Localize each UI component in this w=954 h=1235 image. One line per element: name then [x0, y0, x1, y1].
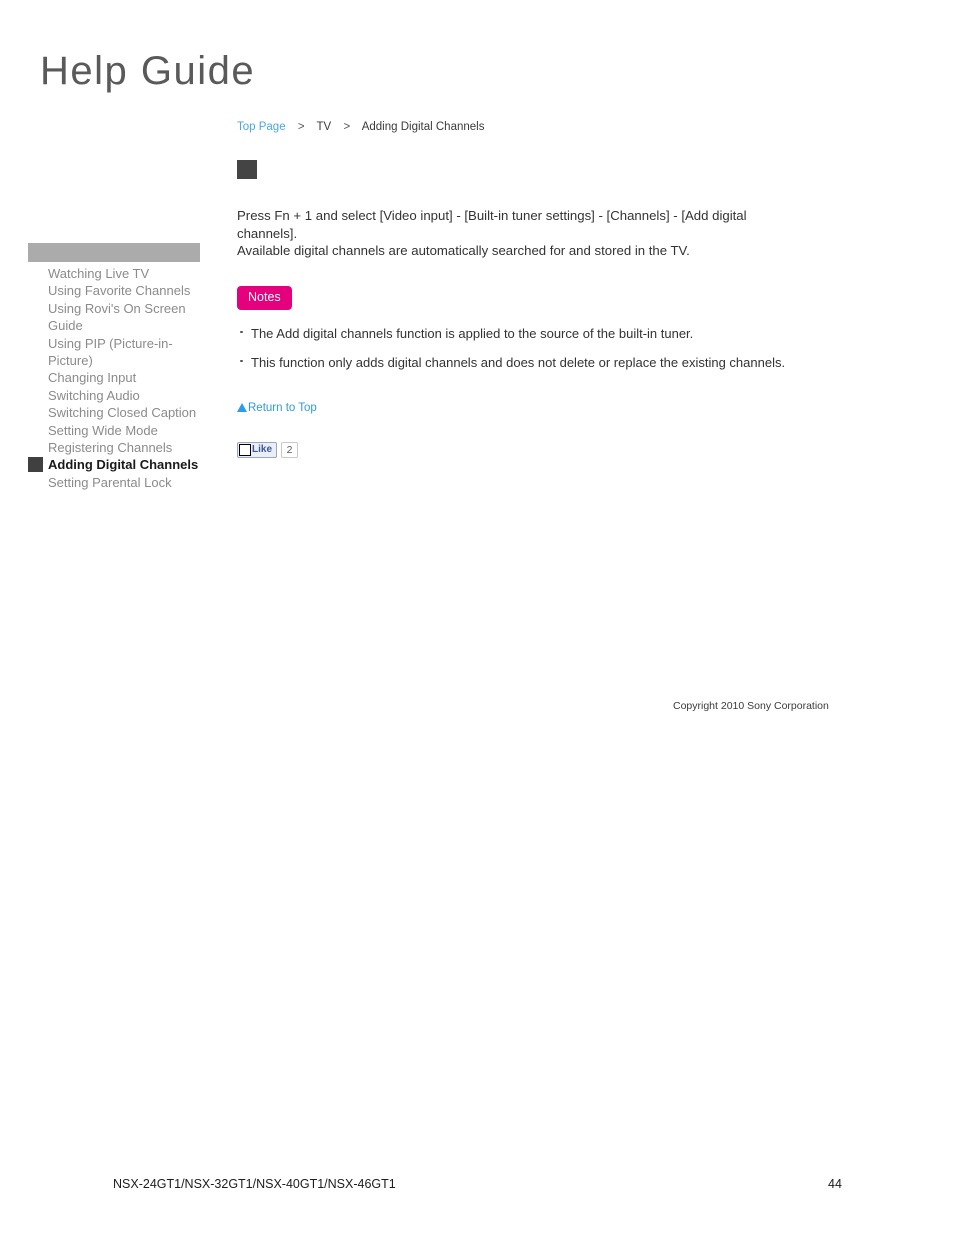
return-to-top-label: Return to Top — [248, 401, 317, 414]
footer-page-number: 44 — [828, 1177, 842, 1191]
sidebar-item-using-favorite-channels[interactable]: Using Favorite Channels — [28, 282, 200, 299]
sidebar-item-label: Using Favorite Channels — [48, 283, 191, 299]
breadcrumb-separator: > — [343, 121, 351, 133]
sidebar-navigation: Watching Live TV Using Favorite Channels… — [28, 243, 200, 491]
note-item: This function only adds digital channels… — [237, 354, 837, 371]
help-guide-logo: Help Guide — [40, 49, 256, 93]
sidebar-item-label: Setting Wide Mode — [48, 422, 158, 438]
thumbs-up-icon — [239, 443, 251, 456]
copyright-notice: Copyright 2010 Sony Corporation — [673, 700, 829, 712]
sidebar-item-label: Setting Parental Lock — [48, 474, 172, 490]
like-button-label: Like — [252, 443, 273, 455]
footer-model-numbers: NSX-24GT1/NSX-32GT1/NSX-40GT1/NSX-46GT1 — [113, 1177, 396, 1191]
return-to-top-link[interactable]: Return to Top — [237, 401, 317, 415]
sidebar-item-changing-input[interactable]: Changing Input — [28, 369, 200, 386]
note-item: The Add digital channels function is app… — [237, 325, 837, 342]
body-text: Press Fn + 1 and select [Video input] - … — [237, 207, 749, 260]
like-count-bubble: 2 — [281, 441, 299, 458]
page-footer: NSX-24GT1/NSX-32GT1/NSX-40GT1/NSX-46GT1 … — [0, 1176, 954, 1196]
note-text: This function only adds digital channels… — [251, 354, 786, 370]
sidebar-header-bar — [28, 243, 200, 262]
like-count-value: 2 — [286, 443, 293, 456]
breadcrumb: Top Page > TV > Adding Digital Channels — [237, 120, 484, 135]
sidebar-item-registering-channels[interactable]: Registering Channels — [28, 439, 200, 456]
breadcrumb-item-top-page[interactable]: Top Page — [237, 121, 286, 133]
notes-list: The Add digital channels function is app… — [237, 325, 837, 371]
notes-badge: Notes — [237, 285, 292, 310]
sidebar-item-label: Switching Closed Caption — [48, 405, 197, 421]
triangle-up-icon — [237, 402, 247, 412]
sidebar-item-switching-audio[interactable]: Switching Audio — [28, 387, 200, 404]
bullet-icon — [240, 330, 243, 333]
sidebar-item-watching-live-tv[interactable]: Watching Live TV — [28, 265, 200, 282]
main-content: Press Fn + 1 and select [Video input] - … — [237, 160, 837, 458]
sidebar-item-using-rovis-on-screen-guide[interactable]: Using Rovi's On Screen Guide — [28, 300, 200, 335]
sidebar-item-label: Registering Channels — [48, 440, 173, 456]
body-paragraph-2: Available digital channels are automatic… — [237, 243, 690, 258]
note-text: The Add digital channels function is app… — [251, 325, 694, 341]
topic-title-block — [237, 160, 257, 179]
sidebar-item-adding-digital-channels[interactable]: Adding Digital Channels — [28, 456, 200, 473]
bullet-icon — [240, 359, 243, 362]
notes-section: Notes The Add digital channels function … — [237, 285, 837, 371]
active-item-marker-icon — [28, 457, 43, 473]
breadcrumb-item-current: Adding Digital Channels — [361, 121, 485, 133]
sidebar-item-setting-wide-mode[interactable]: Setting Wide Mode — [28, 422, 200, 439]
sidebar-item-switching-closed-caption[interactable]: Switching Closed Caption — [28, 404, 200, 421]
sidebar-item-setting-parental-lock[interactable]: Setting Parental Lock — [28, 474, 200, 491]
sidebar-item-label: Watching Live TV — [48, 266, 150, 281]
sidebar-item-label: Adding Digital Channels — [48, 457, 199, 473]
sidebar-item-using-pip[interactable]: Using PIP (Picture-in-Picture) — [28, 335, 200, 370]
sidebar-item-label: Using Rovi's On Screen Guide — [48, 300, 186, 334]
sidebar-item-label: Using PIP (Picture-in-Picture) — [48, 335, 173, 369]
body-paragraph-1: Press Fn + 1 and select [Video input] - … — [237, 208, 747, 241]
breadcrumb-separator: > — [297, 121, 305, 133]
sidebar-item-label: Changing Input — [48, 370, 137, 386]
sidebar-item-label: Switching Audio — [48, 387, 140, 403]
facebook-like-button[interactable]: Like — [237, 441, 278, 458]
sidebar-item-list: Watching Live TV Using Favorite Channels… — [28, 265, 200, 491]
like-widget: Like 2 — [237, 441, 837, 458]
breadcrumb-item-tv[interactable]: TV — [317, 121, 332, 133]
